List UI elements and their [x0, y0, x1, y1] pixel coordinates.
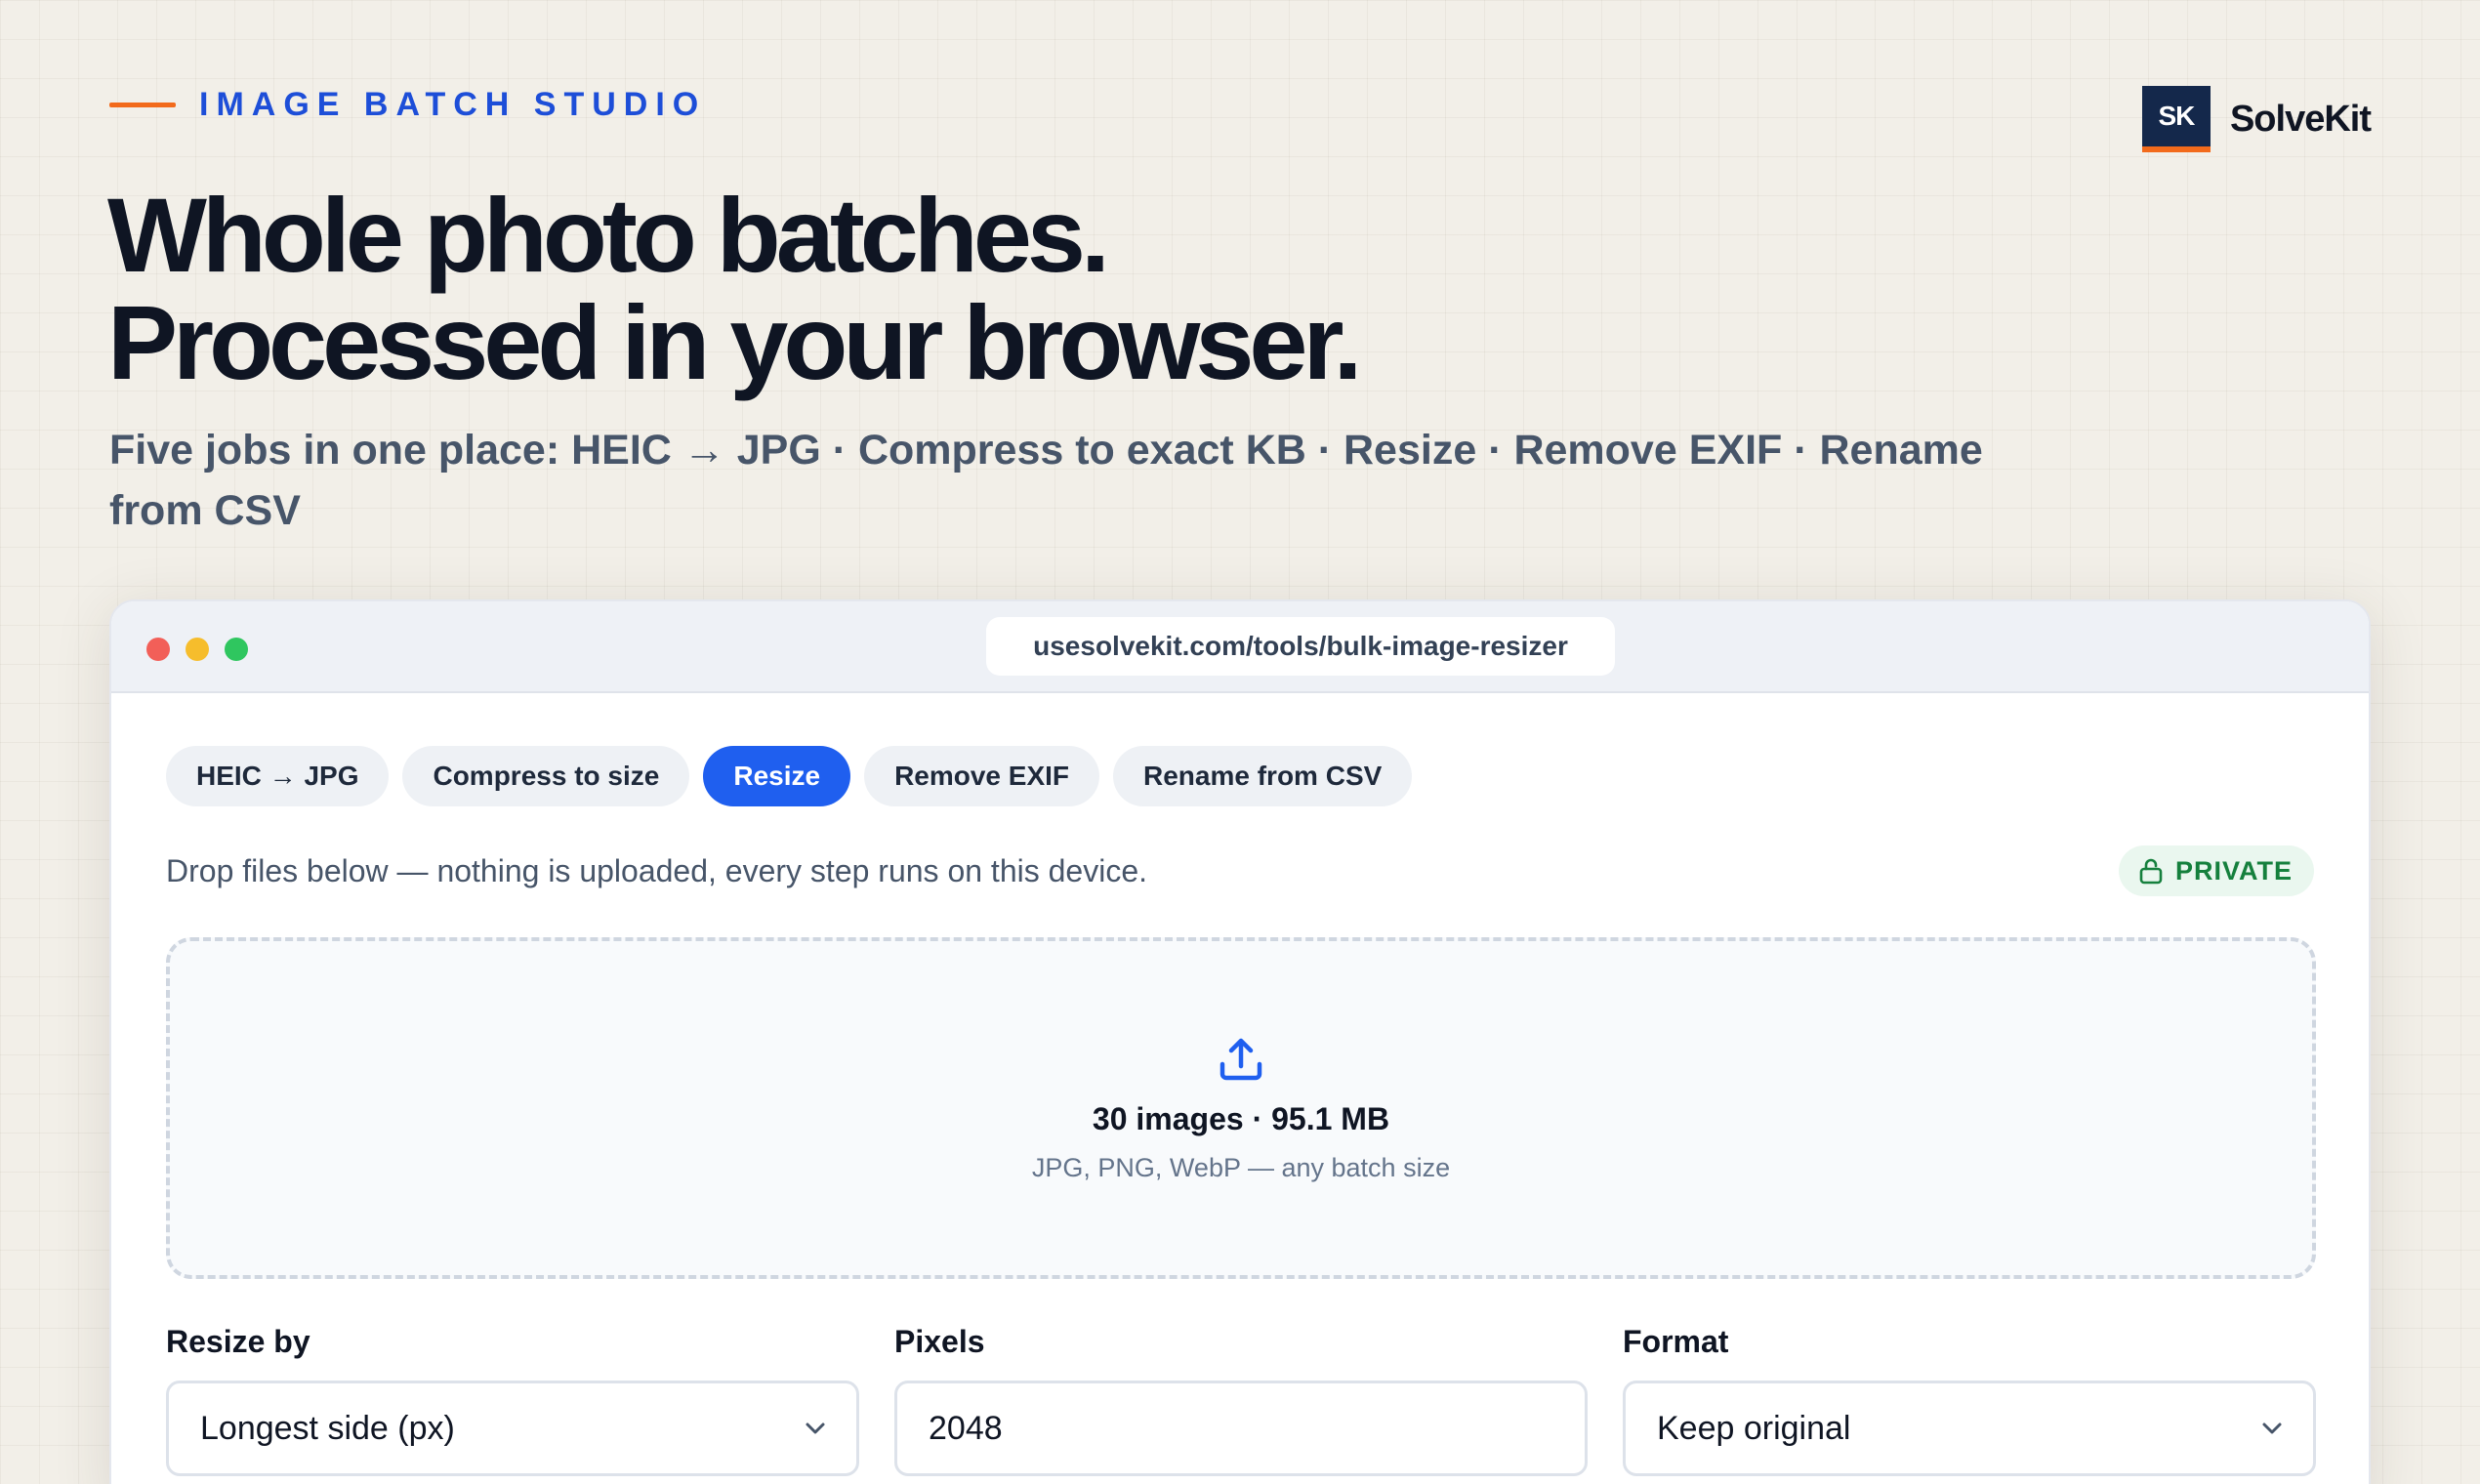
upload-icon: [1219, 1038, 1262, 1081]
browser-titlebar: usesolvekit.com/tools/bulk-image-resizer: [111, 601, 2369, 693]
format-label: Format: [1623, 1324, 1729, 1359]
lock-icon: [2139, 858, 2163, 885]
format-select[interactable]: Keep original: [1623, 1381, 2316, 1476]
privacy-note: Drop files below — nothing is uploaded, …: [166, 853, 1147, 888]
eyebrow-dash: [109, 103, 176, 107]
private-badge: PRIVATE: [2118, 845, 2314, 896]
headline: Whole photo batches. Processed in your b…: [107, 176, 1363, 401]
file-dropzone[interactable]: 30 images · 95.1 MB JPG, PNG, WebP — any…: [166, 937, 2316, 1279]
brand-name: SolveKit: [2229, 98, 2372, 140]
tab-rename-from-csv[interactable]: Rename from CSV: [1113, 746, 1413, 806]
brand-logo[interactable]: SK SolveKit: [2141, 86, 2372, 152]
format-value: Keep original: [1657, 1409, 1851, 1447]
tool-tabs: HEIC → JPG Compress to size Resize Remov…: [166, 746, 1413, 806]
close-window-dot[interactable]: [146, 638, 170, 661]
file-count: 30 images · 95.1 MB: [1092, 1101, 1390, 1136]
tab-compress-to-size[interactable]: Compress to size: [402, 746, 690, 806]
resize-by-value: Longest side (px): [200, 1409, 455, 1447]
minimize-window-dot[interactable]: [186, 638, 209, 661]
browser-window: usesolvekit.com/tools/bulk-image-resizer…: [109, 599, 2371, 1484]
address-bar[interactable]: usesolvekit.com/tools/bulk-image-resizer: [986, 617, 1615, 676]
eyebrow-text: IMAGE BATCH STUDIO: [199, 86, 707, 123]
maximize-window-dot[interactable]: [225, 638, 248, 661]
tab-remove-exif[interactable]: Remove EXIF: [864, 746, 1100, 806]
chevron-down-icon: [2262, 1422, 2282, 1434]
supported-formats-hint: JPG, PNG, WebP — any batch size: [1031, 1153, 1451, 1182]
resize-by-select[interactable]: Longest side (px): [166, 1381, 859, 1476]
resize-by-label: Resize by: [166, 1324, 310, 1359]
headline-line-1: Whole photo batches.: [107, 176, 1110, 294]
pixels-value: 2048: [929, 1409, 1003, 1447]
headline-line-2: Processed in your browser.: [107, 283, 1363, 401]
brand-mark: SK: [2141, 86, 2211, 152]
subheadline: Five jobs in one place: HEIC → JPG · Com…: [109, 427, 1983, 534]
private-badge-label: PRIVATE: [2174, 855, 2293, 886]
chevron-down-icon: [806, 1422, 825, 1434]
eyebrow: IMAGE BATCH STUDIO: [109, 86, 706, 124]
pixels-input[interactable]: 2048: [894, 1381, 1588, 1476]
tab-resize[interactable]: Resize: [703, 746, 851, 806]
pixels-label: Pixels: [894, 1324, 985, 1359]
tab-heic-to-jpg[interactable]: HEIC → JPG: [166, 746, 390, 806]
